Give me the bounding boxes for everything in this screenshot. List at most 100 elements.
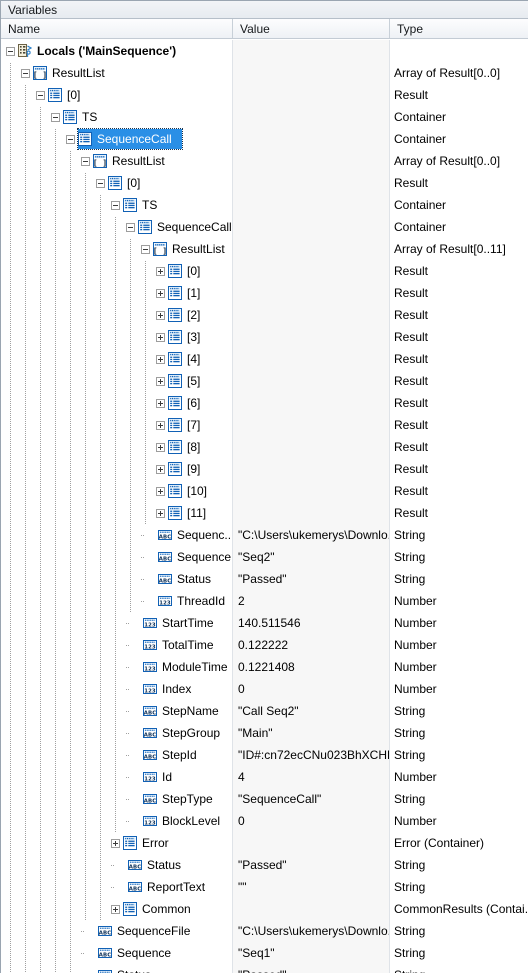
tree-row-value-cell[interactable]	[232, 282, 389, 304]
tree-row-value-cell[interactable]: 4	[232, 766, 389, 788]
tree-row[interactable]: TS Container	[1, 194, 528, 216]
tree-row-content[interactable]: [0]	[48, 85, 84, 105]
expand-icon[interactable]	[156, 508, 165, 518]
tree-row-value-cell[interactable]	[232, 436, 389, 458]
tree-row-content[interactable]: [8]	[168, 437, 204, 457]
tree-row[interactable]: 123 StartTime 140.511546 Number	[1, 612, 528, 634]
tree-row-content[interactable]: ABC StepType	[143, 789, 217, 809]
tree-row-value-cell[interactable]	[232, 106, 389, 128]
tree-row-name-cell[interactable]: ABC ReportText	[1, 876, 232, 898]
tree-row-value-cell[interactable]: "C:\Users\ukemerys\Downlo...	[232, 524, 389, 546]
column-header-type[interactable]: Type	[390, 19, 528, 38]
tree-row-name-cell[interactable]: ABC SequenceFile	[1, 920, 232, 942]
tree-row-content[interactable]: [7]	[168, 415, 204, 435]
collapse-icon[interactable]	[96, 178, 105, 188]
tree-row[interactable]: ABC StepName "Call Seq2" String	[1, 700, 528, 722]
tree-row-name-cell[interactable]: TS	[1, 106, 232, 128]
tree-row-value-cell[interactable]	[232, 370, 389, 392]
tree-row-name-cell[interactable]: ABC Status	[1, 964, 232, 973]
tree-row-content[interactable]: [0]	[168, 261, 204, 281]
collapse-icon[interactable]	[126, 222, 135, 232]
expand-icon[interactable]	[111, 838, 120, 848]
tree-row[interactable]: [9] Result	[1, 458, 528, 480]
tree-row-content[interactable]: [1]	[168, 283, 204, 303]
tree-row-name-cell[interactable]: SequenceCall	[1, 128, 232, 150]
tree-row-name-cell[interactable]: 123 Id	[1, 766, 232, 788]
tree-row[interactable]: [3] Result	[1, 326, 528, 348]
column-header-name[interactable]: Name	[1, 19, 233, 38]
tree-row-name-cell[interactable]: ABC StepType	[1, 788, 232, 810]
tree-row-name-cell[interactable]: Locals ('MainSequence')	[1, 40, 232, 62]
tree-row-name-cell[interactable]: [0]	[1, 84, 232, 106]
tree-row-content[interactable]: [2]	[168, 305, 204, 325]
tree-row[interactable]: ABC Sequence "Seq2" String	[1, 546, 528, 568]
tree-row-name-cell[interactable]: [4]	[1, 348, 232, 370]
tree-row-value-cell[interactable]: 0.122222	[232, 634, 389, 656]
tree-row-content[interactable]: [4]	[168, 349, 204, 369]
tree-row[interactable]: ABC Sequenc... "C:\Users\ukemerys\Downlo..…	[1, 524, 528, 546]
tree-row-value-cell[interactable]	[232, 194, 389, 216]
tree-row[interactable]: [7] Result	[1, 414, 528, 436]
tree-row-value-cell[interactable]	[232, 84, 389, 106]
tree-row-value-cell[interactable]	[232, 414, 389, 436]
tree-row-name-cell[interactable]: [ ] ResultList	[1, 150, 232, 172]
tree-row-name-cell[interactable]: 123 BlockLevel	[1, 810, 232, 832]
tree-row-content[interactable]: [11]	[168, 503, 210, 523]
tree-row-name-cell[interactable]: ABC Status	[1, 854, 232, 876]
tree-row-value-cell[interactable]	[232, 898, 389, 920]
tree-row-value-cell[interactable]: "Passed"	[232, 964, 389, 973]
expand-icon[interactable]	[111, 904, 120, 914]
tree-row-name-cell[interactable]: [5]	[1, 370, 232, 392]
tree-row[interactable]: [10] Result	[1, 480, 528, 502]
tree-row-value-cell[interactable]	[232, 172, 389, 194]
collapse-icon[interactable]	[6, 46, 15, 56]
tree-row-name-cell[interactable]: ABC StepId	[1, 744, 232, 766]
collapse-icon[interactable]	[141, 244, 150, 254]
tree-row-value-cell[interactable]: 0	[232, 678, 389, 700]
tree-row-name-cell[interactable]: [ ] ResultList	[1, 62, 232, 84]
tree-row-value-cell[interactable]: "Passed"	[232, 854, 389, 876]
tree-row-content[interactable]: ABC Status	[128, 855, 185, 875]
expand-icon[interactable]	[156, 486, 165, 496]
tree-row-value-cell[interactable]	[232, 348, 389, 370]
tree-row-name-cell[interactable]: ABC StepGroup	[1, 722, 232, 744]
tree-row-content[interactable]: [10]	[168, 481, 211, 501]
tree-row-value-cell[interactable]	[232, 238, 389, 260]
tree-row[interactable]: [5] Result	[1, 370, 528, 392]
tree-row-value-cell[interactable]: 0	[232, 810, 389, 832]
tree-row-name-cell[interactable]: [3]	[1, 326, 232, 348]
tree-row-content[interactable]: 123 ThreadId	[158, 591, 229, 611]
tree-row-content[interactable]: ABC Sequence	[98, 943, 175, 963]
tree-row-content[interactable]: Locals ('MainSequence')	[18, 41, 180, 61]
tree-row-value-cell[interactable]	[232, 326, 389, 348]
tree-row-name-cell[interactable]: 123 StartTime	[1, 612, 232, 634]
tree-row-name-cell[interactable]: [9]	[1, 458, 232, 480]
tree-row[interactable]: [0] Result	[1, 260, 528, 282]
tree-row[interactable]: ABC Sequence "Seq1" String	[1, 942, 528, 964]
expand-icon[interactable]	[156, 288, 165, 298]
tree-row[interactable]: 123 BlockLevel 0 Number	[1, 810, 528, 832]
tree-row-name-cell[interactable]: [10]	[1, 480, 232, 502]
tree-row-name-cell[interactable]: ABC Sequence	[1, 942, 232, 964]
tree-row[interactable]: [0] Result	[1, 84, 528, 106]
expand-icon[interactable]	[156, 310, 165, 320]
tree-row-content[interactable]: TS	[123, 195, 161, 215]
tree-row-name-cell[interactable]: ABC Sequenc...	[1, 524, 232, 546]
expand-icon[interactable]	[156, 420, 165, 430]
tree-row-value-cell[interactable]	[232, 832, 389, 854]
tree-row-name-cell[interactable]: [8]	[1, 436, 232, 458]
expand-icon[interactable]	[156, 354, 165, 364]
tree-row[interactable]: 123 ThreadId 2 Number	[1, 590, 528, 612]
tree-row[interactable]: ABC StepType "SequenceCall" String	[1, 788, 528, 810]
tree-row[interactable]: ABC StepGroup "Main" String	[1, 722, 528, 744]
collapse-icon[interactable]	[51, 112, 60, 122]
tree-row-content[interactable]: ABC Status	[158, 569, 215, 589]
expand-icon[interactable]	[156, 398, 165, 408]
tree-row[interactable]: SequenceCall Container	[1, 216, 528, 238]
tree-row[interactable]: Error Error (Container)	[1, 832, 528, 854]
tree-row-value-cell[interactable]	[232, 458, 389, 480]
tree-row-name-cell[interactable]: Error	[1, 832, 232, 854]
tree-row-content[interactable]: SequenceCall	[138, 217, 232, 237]
tree-row-value-cell[interactable]: 2	[232, 590, 389, 612]
tree-row-name-cell[interactable]: SequenceCall	[1, 216, 232, 238]
